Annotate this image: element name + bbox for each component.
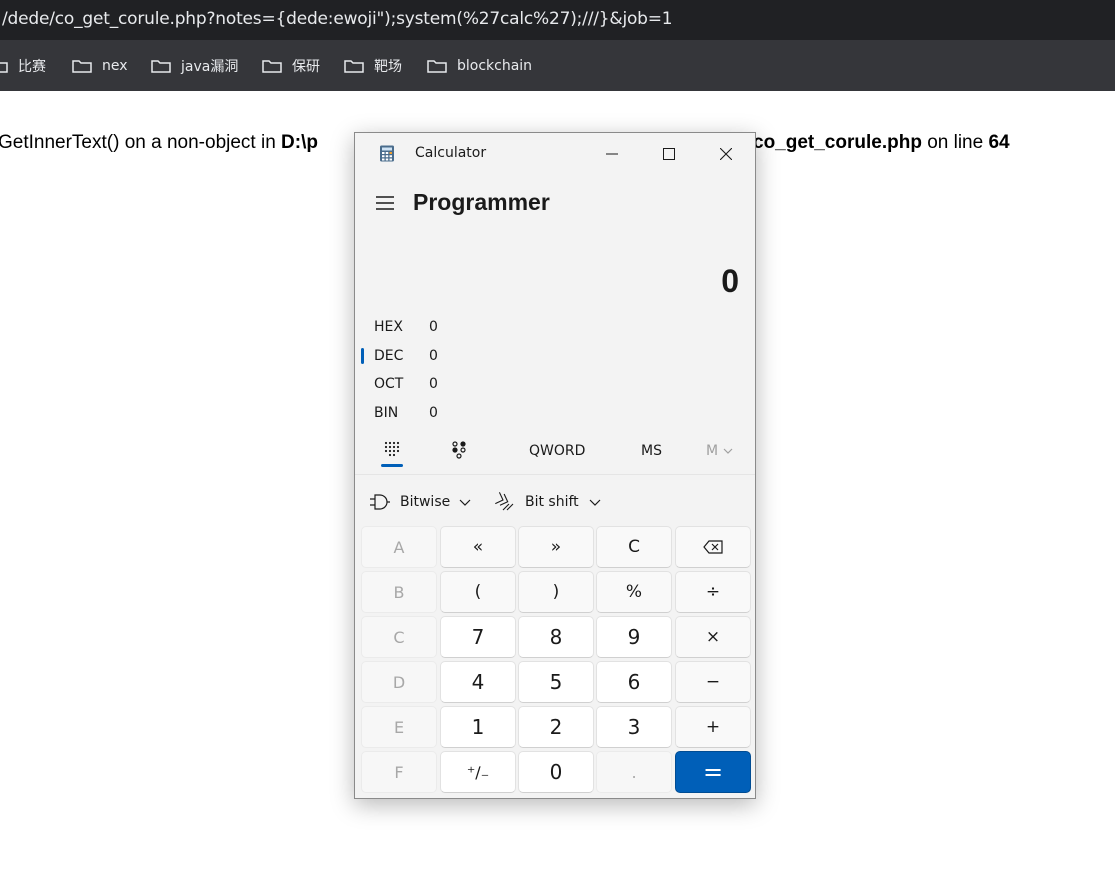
radix-label-oct[interactable]: OCT: [374, 376, 403, 392]
key-d: D: [361, 661, 437, 703]
folder-icon: [0, 59, 8, 73]
chevron-down-icon: [723, 448, 732, 454]
error-text-right: co_get_corule.php on line 64: [753, 132, 1010, 153]
key-add[interactable]: +: [675, 706, 751, 748]
folder-icon: [344, 59, 364, 73]
memory-store-button[interactable]: MS: [641, 443, 662, 459]
chevron-down-icon: [589, 499, 601, 506]
keypad-tabs: QWORD MS M: [355, 433, 755, 475]
key-9[interactable]: 9: [596, 616, 672, 658]
bookmark-label: java漏洞: [181, 59, 239, 75]
bitwise-label: Bitwise: [400, 494, 451, 510]
bitwise-dropdown[interactable]: Bitwise: [369, 491, 471, 513]
key-a: A: [361, 526, 437, 568]
key-right-shift[interactable]: »: [518, 526, 594, 568]
minimize-button[interactable]: [589, 139, 635, 169]
key-negate[interactable]: ⁺∕₋: [440, 751, 516, 793]
bookmark-item[interactable]: 比赛: [0, 57, 46, 75]
key-2[interactable]: 2: [518, 706, 594, 748]
key-0[interactable]: 0: [518, 751, 594, 793]
key-1[interactable]: 1: [440, 706, 516, 748]
bookmark-label: 靶场: [374, 59, 402, 75]
bookmark-item[interactable]: blockchain: [427, 57, 532, 75]
maximize-icon: [663, 148, 675, 160]
title-bar[interactable]: Calculator: [355, 133, 755, 173]
minimize-icon: [606, 153, 618, 155]
key-modulo[interactable]: %: [596, 571, 672, 613]
bitshift-dropdown[interactable]: Bit shift: [495, 491, 601, 513]
word-size-button[interactable]: QWORD: [529, 443, 585, 459]
key-8[interactable]: 8: [518, 616, 594, 658]
bookmark-label: 保研: [292, 59, 320, 75]
key-3[interactable]: 3: [596, 706, 672, 748]
key-multiply[interactable]: ×: [675, 616, 751, 658]
radix-label-dec[interactable]: DEC: [374, 348, 403, 364]
key-6[interactable]: 6: [596, 661, 672, 703]
window-title: Calculator: [415, 145, 487, 161]
key-clear[interactable]: C: [596, 526, 672, 568]
full-keypad-icon[interactable]: [384, 441, 400, 461]
close-icon: [720, 148, 732, 160]
bookmarks-bar: 比赛 nex java漏洞 保研 靶场 blockchain: [0, 40, 1115, 91]
url-text[interactable]: /dede/co_get_corule.php?notes={dede:ewoj…: [2, 9, 673, 29]
bookmark-item[interactable]: nex: [72, 57, 128, 75]
calculator-window: Calculator Programmer 0 HEX 0 DEC 0 OCT …: [354, 132, 756, 799]
error-text-left: GetInnerText() on a non-object in D:\p: [0, 132, 318, 153]
key-divide[interactable]: ÷: [675, 571, 751, 613]
bit-toggling-keypad-icon[interactable]: [452, 441, 468, 463]
key-c-hex: C: [361, 616, 437, 658]
radix-value-bin: 0: [429, 405, 438, 421]
bookmark-item[interactable]: 靶场: [344, 57, 402, 75]
key-close-paren[interactable]: ): [518, 571, 594, 613]
key-e: E: [361, 706, 437, 748]
bookmark-label: nex: [102, 58, 128, 74]
bookmark-label: 比赛: [18, 59, 46, 75]
key-left-shift[interactable]: «: [440, 526, 516, 568]
logic-gate-icon: [370, 494, 390, 510]
bookmark-item[interactable]: 保研: [262, 57, 320, 75]
maximize-button[interactable]: [646, 139, 692, 169]
radix-label-bin[interactable]: BIN: [374, 405, 398, 421]
address-bar[interactable]: /dede/co_get_corule.php?notes={dede:ewoj…: [0, 0, 1115, 40]
key-backspace[interactable]: [675, 526, 751, 568]
active-tab-indicator: [381, 464, 403, 467]
folder-icon: [151, 59, 171, 73]
hamburger-menu-icon[interactable]: [375, 195, 395, 211]
key-f: F: [361, 751, 437, 793]
radix-label-hex[interactable]: HEX: [374, 319, 403, 335]
result-display: 0: [721, 263, 739, 299]
bitshift-label: Bit shift: [525, 494, 579, 510]
bit-shift-icon: [495, 492, 514, 511]
key-equals[interactable]: =: [675, 751, 751, 793]
mode-title: Programmer: [413, 189, 550, 215]
bookmark-item[interactable]: java漏洞: [151, 57, 238, 75]
key-7[interactable]: 7: [440, 616, 516, 658]
key-subtract[interactable]: −: [675, 661, 751, 703]
key-decimal: .: [596, 751, 672, 793]
calculator-app-icon: [379, 145, 395, 162]
radix-value-dec: 0: [429, 348, 438, 364]
folder-icon: [262, 59, 282, 73]
key-5[interactable]: 5: [518, 661, 594, 703]
folder-icon: [72, 59, 92, 73]
folder-icon: [427, 59, 447, 73]
key-b: B: [361, 571, 437, 613]
chevron-down-icon: [459, 499, 471, 506]
memory-menu-button[interactable]: M: [706, 443, 733, 459]
selected-radix-indicator: [361, 348, 364, 364]
close-button[interactable]: [703, 139, 749, 169]
backspace-icon: [703, 540, 723, 554]
bookmark-label: blockchain: [457, 58, 533, 74]
radix-value-hex: 0: [429, 319, 438, 335]
key-open-paren[interactable]: (: [440, 571, 516, 613]
radix-value-oct: 0: [429, 376, 438, 392]
key-4[interactable]: 4: [440, 661, 516, 703]
